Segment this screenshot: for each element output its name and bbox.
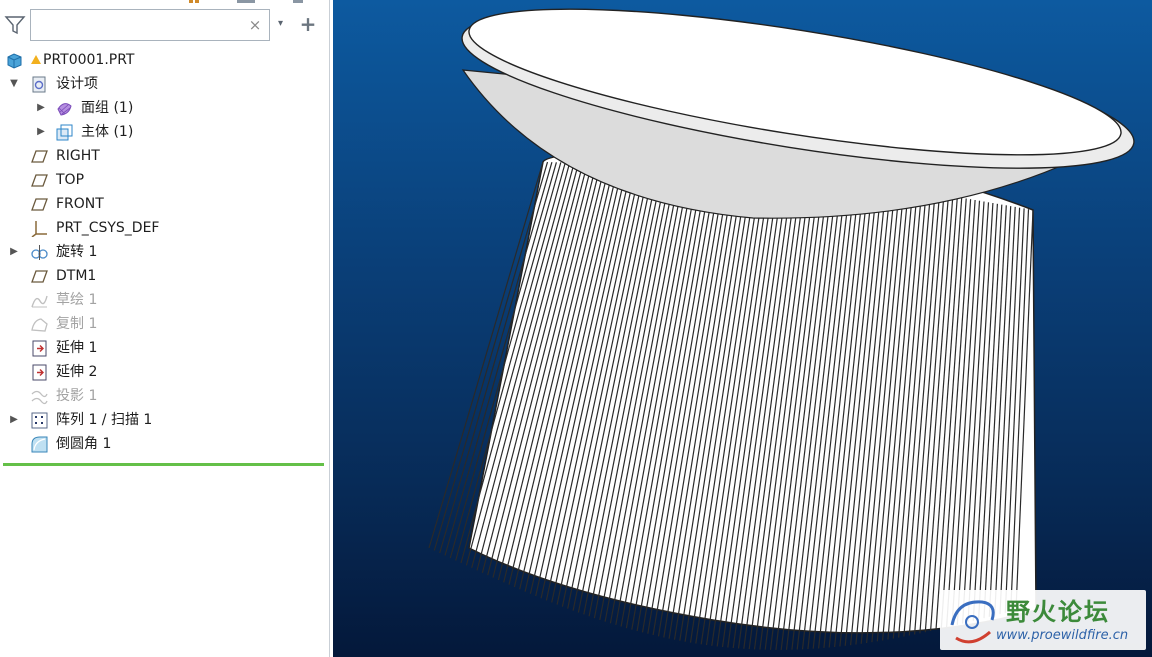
filter-dropdown-button[interactable]: ▾ [278,18,288,32]
search-input[interactable] [35,11,239,41]
watermark-title: 野火论坛 [1006,598,1110,626]
datum-plane-icon [31,172,48,189]
tree-item-label: 延伸 2 [56,364,98,380]
tree-item-label: 倒圆角 1 [56,436,112,452]
tree-item-label: 面组 (1) [81,100,134,116]
clear-search-button[interactable]: × [247,15,263,35]
filter-icon[interactable] [4,14,26,36]
tree-item-label: 设计项 [56,76,98,92]
watermark-url: www.proewildfire.cn [996,628,1129,643]
tree-item-part-root[interactable]: PRT0001.PRT [0,48,329,72]
tree-item-label: 旋转 1 [56,244,98,260]
body-icon [56,124,73,141]
model-tree-panel: × ▾ + PRT0001.PRT ▼ 设计项 ▶ 面组 (1) ▶ 主体 (1… [0,0,330,657]
copy-icon [31,316,48,333]
design-items-icon [31,76,48,93]
panel-toolbar-icons [185,0,325,4]
quilt-icon [56,100,73,117]
round-icon [31,436,48,453]
tree-item-body[interactable]: ▶ 主体 (1) [0,120,329,144]
tree-item-label: 延伸 1 [56,340,98,356]
expand-arrow-icon[interactable]: ▶ [8,408,20,432]
pattern-icon [31,412,48,429]
tree-item-label: 主体 (1) [81,124,134,140]
tree-item-design-items[interactable]: ▼ 设计项 [0,72,329,96]
tree-item-copy[interactable]: 复制 1 [0,312,329,336]
expand-arrow-icon[interactable]: ▶ [35,96,47,120]
datum-plane-icon [31,148,48,165]
tree-item-dtm1[interactable]: DTM1 [0,264,329,288]
filter-row: × ▾ + [0,8,329,42]
tree-item-label: 阵列 1 / 扫描 1 [56,412,153,428]
project-icon [31,388,48,405]
add-filter-button[interactable]: + [298,14,318,34]
tree-item-quilt[interactable]: ▶ 面组 (1) [0,96,329,120]
tree-item-front-plane[interactable]: FRONT [0,192,329,216]
expand-arrow-icon[interactable]: ▶ [8,240,20,264]
extend-icon [31,340,48,357]
search-box: × [30,9,270,41]
tree-item-project[interactable]: 投影 1 [0,384,329,408]
watermark-swirl-icon [950,600,995,644]
tree-item-revolve[interactable]: ▶ 旋转 1 [0,240,329,264]
tree-item-round[interactable]: 倒圆角 1 [0,432,329,456]
csys-icon [31,220,48,238]
tree-item-label: 草绘 1 [56,292,98,308]
tree-insert-indicator[interactable] [3,463,324,466]
expand-arrow-icon[interactable]: ▶ [35,120,47,144]
collapse-arrow-icon[interactable]: ▼ [8,72,20,96]
forum-watermark-logo: 野火论坛 www.proewildfire.cn [940,590,1146,650]
tree-item-label: FRONT [56,196,104,212]
tree-item-label: 复制 1 [56,316,98,332]
tree-item-top-plane[interactable]: TOP [0,168,329,192]
tree-item-csys[interactable]: PRT_CSYS_DEF [0,216,329,240]
tree-item-extend-2[interactable]: 延伸 2 [0,360,329,384]
tree-item-extend-1[interactable]: 延伸 1 [0,336,329,360]
warning-icon [31,49,41,64]
part-icon [6,52,23,69]
tree-item-label: PRT_CSYS_DEF [56,220,160,236]
sketch-icon [31,292,48,309]
tree-item-label: 投影 1 [56,388,98,404]
tree-item-pattern[interactable]: ▶ 阵列 1 / 扫描 1 [0,408,329,432]
graphics-viewport[interactable] [333,0,1152,657]
3d-model-render [428,8,1135,650]
extend-icon [31,364,48,381]
tree-item-label: RIGHT [56,148,100,164]
revolve-icon [31,244,48,261]
datum-plane-icon [31,268,48,285]
tree-item-label: TOP [56,172,85,188]
tree-item-label: DTM1 [56,268,97,284]
datum-plane-icon [31,196,48,213]
tree-item-label: PRT0001.PRT [43,52,135,68]
tree-item-right-plane[interactable]: RIGHT [0,144,329,168]
tree-item-sketch[interactable]: 草绘 1 [0,288,329,312]
